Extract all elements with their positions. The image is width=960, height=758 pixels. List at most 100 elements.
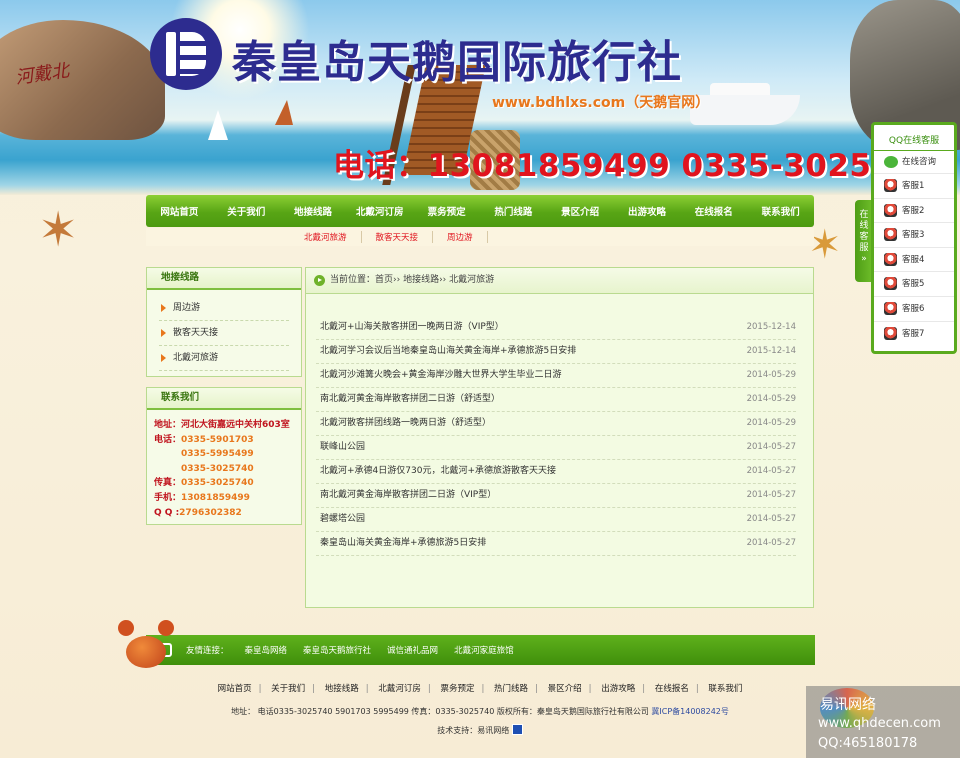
nav-item-home[interactable]: 网站首页 (146, 204, 213, 218)
nav-item-tickets[interactable]: 票务预定 (413, 204, 480, 218)
list-item[interactable]: 秦皇岛山海关黄金海岸+承德旅游5日安排 2014-05-27 (316, 532, 796, 556)
nav-item-scenic[interactable]: 景区介绍 (547, 204, 614, 218)
footer-link[interactable]: 在线报名 (655, 684, 689, 694)
article-date: 2014-05-27 (746, 442, 796, 452)
qq-agent-button[interactable]: 客服2 (874, 197, 954, 223)
double-chevron-right-icon: » (861, 254, 867, 264)
watermark: 易讯网络 www.qhdecen.com QQ:465180178 (806, 686, 960, 758)
nav-item-local-routes[interactable]: 地接线路 (280, 204, 347, 218)
qq-agent-button[interactable]: 客服5 (874, 271, 954, 296)
nav-item-hotel[interactable]: 北戴河订房 (346, 204, 413, 218)
qq-agent-button[interactable]: 客服7 (874, 320, 954, 346)
subnav-item[interactable]: 散客天天接 (362, 231, 434, 243)
list-item[interactable]: 北戴河学习会议后当地秦皇岛山海关黄金海岸+承德旅游5日安排 2015-12-14 (316, 340, 796, 364)
icp-link[interactable]: 冀ICP备14008242号 (651, 707, 729, 716)
article-date: 2014-05-29 (746, 370, 796, 380)
sidebar-route-item[interactable]: 散客天天接 (159, 321, 289, 346)
header-phone: 电话：13081859499 0335-3025740 (333, 148, 938, 184)
phone-value: 0335-5901703 (181, 434, 254, 445)
contact-panel: 联系我们 地址：河北大街嘉远中关村603室 电话：0335-5901703 03… (146, 387, 302, 525)
contact-panel-title: 联系我们 (147, 388, 301, 410)
qq-tab-label: 在线客服 (859, 210, 869, 253)
site-title[interactable]: 秦皇岛天鹅国际旅行社 (232, 26, 682, 90)
friend-link[interactable]: 北戴河家庭旅馆 (454, 644, 530, 656)
nav-item-guides[interactable]: 出游攻略 (614, 204, 681, 218)
tech-support-text[interactable]: 技术支持：易讯网络 (437, 726, 509, 735)
footer-link[interactable]: 出游攻略 (601, 684, 635, 694)
nav-item-about[interactable]: 关于我们 (213, 204, 280, 218)
footer-link[interactable]: 景区介绍 (548, 684, 582, 694)
article-date: 2014-05-29 (746, 418, 796, 428)
footer-link[interactable]: 关于我们 (271, 684, 305, 694)
footer-link[interactable]: 北戴河订房 (378, 684, 421, 694)
article-title[interactable]: 北戴河散客拼团线路一晚两日游（舒适型） (320, 412, 491, 435)
contact-info: 地址：河北大街嘉远中关村603室 电话：0335-5901703 0335-59… (147, 410, 301, 528)
subnav-item[interactable]: 周边游 (433, 231, 488, 243)
article-title[interactable]: 联峰山公园 (320, 436, 365, 459)
article-title[interactable]: 北戴河沙滩篝火晚会+黄金海岸沙雕大世界大学生毕业二日游 (320, 364, 562, 387)
list-item[interactable]: 联峰山公园 2014-05-27 (316, 436, 796, 460)
header-banner: 河戴北 秦皇岛天鹅国际旅行社 www.bdhlxs.com（天鹅官网） 电话：1… (0, 0, 960, 195)
article-date: 2015-12-14 (746, 346, 796, 356)
article-title[interactable]: 南北戴河黄金海岸散客拼团二日游（舒适型） (320, 388, 500, 411)
fax-value: 0335-3025740 (181, 478, 254, 489)
sidebar-route-item[interactable]: 周边游 (159, 296, 289, 321)
breadcrumb-label: 当前位置： (330, 275, 376, 285)
footer-link[interactable]: 地接线路 (325, 684, 359, 694)
qq-panel-title: QQ在线客服 (874, 125, 954, 151)
qq-agent-button[interactable]: 客服4 (874, 246, 954, 272)
nav-item-signup[interactable]: 在线报名 (680, 204, 747, 218)
friend-links-bar: 友情连接： 秦皇岛网络 秦皇岛天鹅旅行社 诚信通礼品网 北戴河家庭旅馆 (146, 635, 815, 665)
list-item[interactable]: 碧螺塔公园 2014-05-27 (316, 508, 796, 532)
address-value: 河北大街嘉远中关村603室 (181, 420, 290, 430)
friend-link[interactable]: 诚信通礼品网 (387, 644, 454, 656)
qq-agent-button[interactable]: 客服1 (874, 173, 954, 198)
list-item[interactable]: 南北戴河黄金海岸散客拼团二日游（VIP型） 2014-05-27 (316, 484, 796, 508)
mobile-label: 手机： (154, 492, 182, 503)
breadcrumb: 当前位置：首页›› 地接线路›› 北戴河旅游 (306, 268, 813, 294)
qq-agent-button[interactable]: 客服3 (874, 222, 954, 247)
list-item[interactable]: 北戴河散客拼团线路一晚两日游（舒适型） 2014-05-29 (316, 412, 796, 436)
friend-link[interactable]: 秦皇岛网络 (245, 644, 304, 656)
footer-link[interactable]: 热门线路 (494, 684, 528, 694)
footer-link[interactable]: 票务预定 (440, 684, 474, 694)
article-list: 北戴河+山海关散客拼团一晚两日游（VIP型） 2015-12-14 北戴河学习会议… (316, 316, 796, 556)
play-arrow-icon (314, 275, 325, 286)
breadcrumb-path[interactable]: 首页›› 地接线路›› 北戴河旅游 (375, 275, 494, 285)
article-title[interactable]: 秦皇岛山海关黄金海岸+承德旅游5日安排 (320, 532, 486, 555)
sailboat-graphic (208, 110, 228, 140)
article-title[interactable]: 北戴河+承德4日游仅730元，北戴河+承德旅游散客天天接 (320, 460, 556, 483)
article-title[interactable]: 北戴河+山海关散客拼团一晚两日游（VIP型） (320, 316, 504, 339)
footer-copyright: 地址： 电话0335-3025740 5901703 5995499 传真：03… (231, 707, 649, 716)
friend-link[interactable]: 秦皇岛天鹅旅行社 (303, 644, 387, 656)
footer-link[interactable]: 网站首页 (218, 684, 252, 694)
routes-panel-title: 地接线路 (147, 268, 301, 290)
paw-icon[interactable] (511, 724, 523, 735)
main-nav: 网站首页 关于我们 地接线路 北戴河订房 票务预定 热门线路 景区介绍 出游攻略… (146, 195, 814, 227)
qq-value: 2796302382 (179, 507, 242, 518)
friend-links-label: 友情连接： (186, 646, 229, 656)
article-date: 2014-05-27 (746, 514, 796, 524)
nav-item-contact[interactable]: 联系我们 (747, 204, 814, 218)
qq-agent-button[interactable]: 客服6 (874, 295, 954, 321)
article-title[interactable]: 南北戴河黄金海岸散客拼团二日游（VIP型） (320, 484, 496, 507)
list-item[interactable]: 北戴河+承德4日游仅730元，北戴河+承德旅游散客天天接 2014-05-27 (316, 460, 796, 484)
list-item[interactable]: 北戴河+山海关散客拼团一晚两日游（VIP型） 2015-12-14 (316, 316, 796, 340)
article-date: 2014-05-29 (746, 394, 796, 404)
online-consult-button[interactable]: 在线咨询 (874, 151, 954, 173)
mobile-value: 13081859499 (181, 492, 250, 503)
nav-item-hot-routes[interactable]: 热门线路 (480, 204, 547, 218)
routes-panel: 地接线路 周边游 散客天天接 北戴河旅游 (146, 267, 302, 377)
list-item[interactable]: 北戴河沙滩篝火晚会+黄金海岸沙雕大世界大学生毕业二日游 2014-05-29 (316, 364, 796, 388)
article-date: 2014-05-27 (746, 466, 796, 476)
article-title[interactable]: 北戴河学习会议后当地秦皇岛山海关黄金海岸+承德旅游5日安排 (320, 340, 576, 363)
article-list-panel: 当前位置：首页›› 地接线路›› 北戴河旅游 北戴河+山海关散客拼团一晚两日游（… (305, 267, 814, 608)
sidebar-route-item[interactable]: 北戴河旅游 (159, 346, 289, 371)
logo-icon[interactable] (150, 18, 222, 90)
footer-link[interactable]: 联系我们 (708, 684, 742, 694)
watermark-qq: QQ:465180178 (818, 736, 918, 751)
qq-label: Q Q : (154, 507, 180, 518)
list-item[interactable]: 南北戴河黄金海岸散客拼团二日游（舒适型） 2014-05-29 (316, 388, 796, 412)
article-title[interactable]: 碧螺塔公园 (320, 508, 365, 531)
subnav-item[interactable]: 北戴河旅游 (290, 231, 362, 243)
